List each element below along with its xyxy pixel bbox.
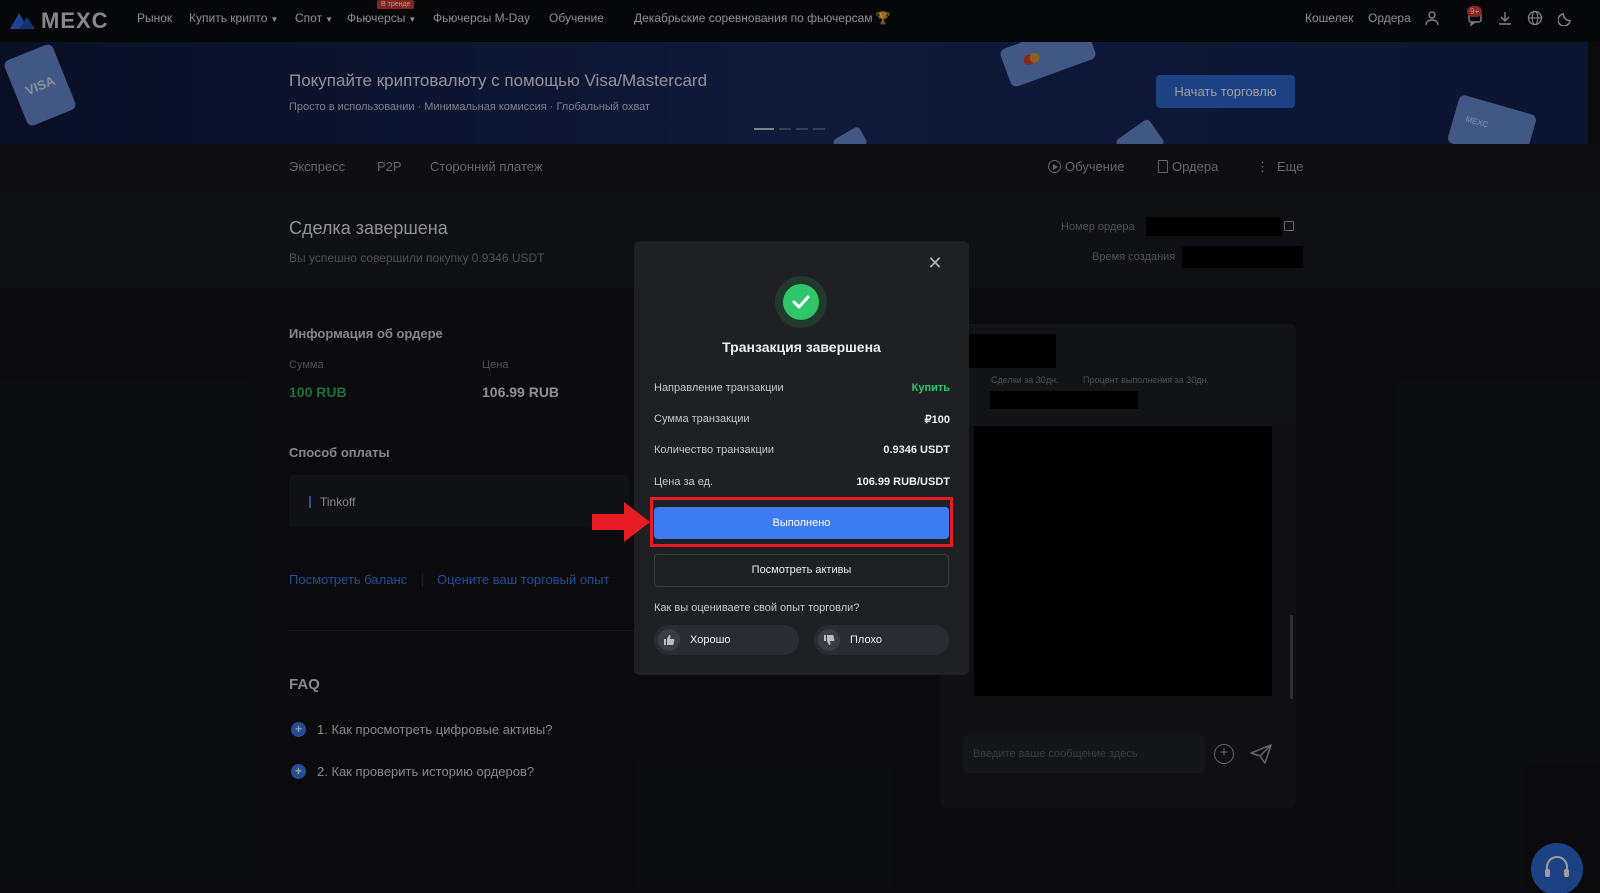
transaction-complete-modal: ✕ Транзакция завершена Направление транз… xyxy=(634,241,969,675)
unit-price-value: 106.99 RUB/USDT xyxy=(856,476,950,488)
rate-good-button[interactable]: Хорошо xyxy=(654,625,799,655)
success-check-icon xyxy=(775,276,827,328)
thumbs-down-icon xyxy=(818,629,840,651)
rate-bad-button[interactable]: Плохо xyxy=(814,625,949,655)
rate-question: Как вы оцениваете свой опыт торговли? xyxy=(654,602,860,614)
amount-value: ₽100 xyxy=(924,414,950,426)
direction-label: Направление транзакции xyxy=(654,382,784,394)
quantity-value: 0.9346 USDT xyxy=(883,444,950,456)
thumbs-up-icon xyxy=(658,629,680,651)
direction-value: Купить xyxy=(911,382,950,394)
view-assets-button[interactable]: Посмотреть активы xyxy=(654,554,949,587)
modal-title: Транзакция завершена xyxy=(722,339,881,355)
close-icon[interactable]: ✕ xyxy=(927,254,943,272)
red-arrow-annotation xyxy=(592,502,650,542)
amount-label: Сумма транзакции xyxy=(654,413,750,425)
quantity-label: Количество транзакции xyxy=(654,444,775,456)
unit-price-label: Цена за ед. xyxy=(654,476,714,488)
highlight-annotation xyxy=(650,497,953,547)
